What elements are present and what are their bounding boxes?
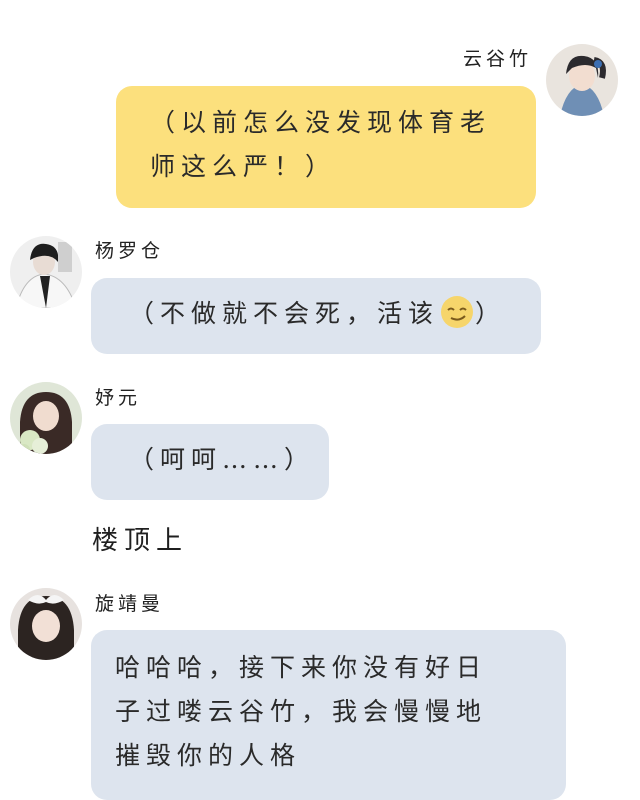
avatar-xuan-jingman[interactable] xyxy=(10,588,82,660)
message-line: （以前怎么没发现体育老 xyxy=(150,108,492,137)
sender-name-2: 杨罗仓 xyxy=(95,240,165,262)
message-text: （不做就不会死，活该 xyxy=(129,299,440,328)
message-bubble-4: 哈哈哈，接下来你没有好日 子过喽云谷竹，我会慢慢地 摧毁你的人格 xyxy=(91,630,566,800)
avatar-yu-yuan[interactable] xyxy=(10,382,82,454)
avatar-yungu-zhu[interactable] xyxy=(546,44,618,116)
scene-note: 楼顶上 xyxy=(92,526,189,556)
message-bubble-1: （以前怎么没发现体育老 师这么严！） xyxy=(116,86,536,208)
sender-name-4: 旋靖曼 xyxy=(95,593,165,615)
avatar-yang-luocang[interactable] xyxy=(10,236,82,308)
message-bubble-3: （呵呵……） xyxy=(91,424,329,500)
message-line: 哈哈哈，接下来你没有好日 xyxy=(115,653,488,682)
message-line: 子过喽云谷竹，我会慢慢地 xyxy=(115,697,488,726)
message-line: 师这么严！） xyxy=(150,152,337,181)
message-line: 摧毁你的人格 xyxy=(115,741,302,770)
sender-name-1: 云谷竹 xyxy=(462,48,532,70)
sender-name-3: 妤元 xyxy=(95,387,142,409)
message-bubble-2: （不做就不会死，活该 ） xyxy=(91,278,541,354)
smirk-emoji-icon xyxy=(439,294,475,330)
message-text-end: ） xyxy=(475,299,507,328)
